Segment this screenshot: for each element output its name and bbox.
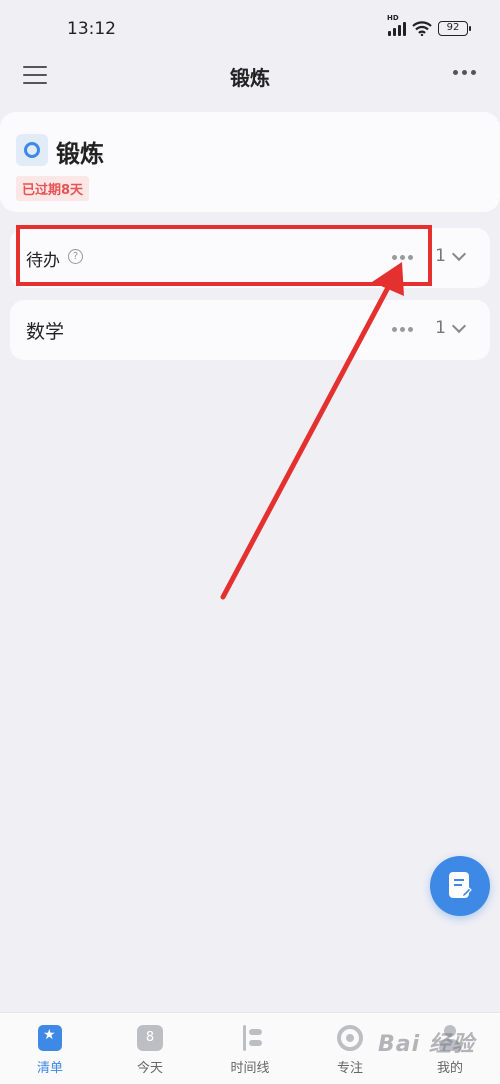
focus-icon xyxy=(337,1025,363,1051)
timeline-icon xyxy=(237,1025,263,1051)
section-count: 1 xyxy=(435,318,446,338)
network-label: HD xyxy=(387,14,399,22)
chevron-down-icon[interactable] xyxy=(451,318,467,334)
watermark: Bai 经验 xyxy=(378,1032,475,1057)
section-count: 1 xyxy=(435,246,446,266)
top-bar: 锻炼 xyxy=(0,52,500,98)
nav-label: 专注 xyxy=(336,1061,363,1076)
nav-list[interactable]: 清单 xyxy=(0,1013,100,1084)
more-icon[interactable] xyxy=(453,70,476,75)
add-note-button[interactable] xyxy=(430,856,490,916)
page-title: 锻炼 xyxy=(230,66,270,90)
status-bar: 13:12 HD 92 xyxy=(0,0,500,58)
calendar-icon: 8 xyxy=(137,1025,163,1051)
pencil-icon xyxy=(461,887,472,898)
chevron-down-icon[interactable] xyxy=(451,246,467,262)
nav-label: 清单 xyxy=(36,1061,63,1076)
list-info-card: 锻炼 已过期8天 xyxy=(0,112,500,212)
status-icons: HD 92 xyxy=(387,14,471,36)
nav-label: 我的 xyxy=(436,1061,463,1076)
list-star-icon xyxy=(38,1025,62,1051)
section-math[interactable]: 数学 1 xyxy=(10,300,490,360)
nav-label: 时间线 xyxy=(230,1061,270,1076)
list-name: 锻炼 xyxy=(56,140,104,168)
nav-label: 今天 xyxy=(136,1061,163,1076)
list-circle-icon xyxy=(16,134,48,166)
battery-icon: 92 xyxy=(438,20,471,36)
nav-today[interactable]: 8 今天 xyxy=(100,1013,200,1084)
highlight-box xyxy=(16,225,432,286)
status-time: 13:12 xyxy=(67,19,116,39)
section-label: 数学 xyxy=(26,321,65,343)
overdue-badge: 已过期8天 xyxy=(16,176,90,201)
nav-timeline[interactable]: 时间线 xyxy=(200,1013,300,1084)
app-screen: 13:12 HD 92 锻炼 锻炼 已过期8天 待办 ? 1 数学 1 ★ 清单… xyxy=(0,0,500,1084)
wifi-icon xyxy=(412,21,432,36)
section-more-icon[interactable] xyxy=(392,327,413,332)
signal-icon: HD xyxy=(387,14,406,36)
